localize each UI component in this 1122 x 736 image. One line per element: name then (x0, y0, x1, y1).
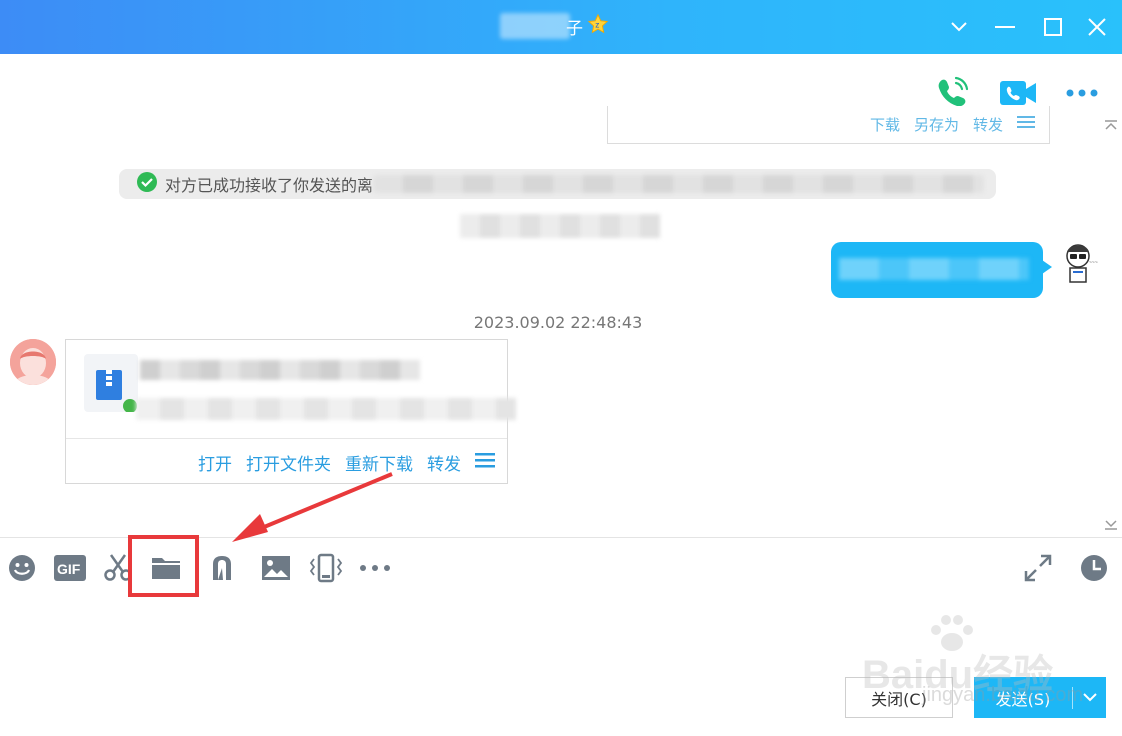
zip-file-icon (84, 354, 138, 413)
gif-icon[interactable]: GIF (52, 550, 88, 586)
redacted-filename (140, 360, 420, 380)
minimize-icon[interactable] (992, 14, 1018, 40)
avatar[interactable]: ~~~ (1056, 236, 1106, 286)
history-clock-icon[interactable] (1076, 550, 1112, 586)
paw-icon (931, 615, 973, 651)
send-button[interactable]: 发送(S) (974, 677, 1106, 718)
open-folder-link[interactable]: 打开文件夹 (246, 450, 331, 475)
close-icon[interactable] (1084, 14, 1110, 40)
highlight-annotation (128, 535, 199, 597)
more-icon[interactable] (1062, 74, 1102, 112)
menu-icon[interactable] (475, 451, 495, 474)
avatar[interactable] (10, 339, 56, 385)
open-link[interactable]: 打开 (198, 450, 232, 475)
chevron-down-icon[interactable] (946, 14, 972, 40)
shake-window-icon[interactable] (308, 550, 344, 586)
divider (66, 438, 507, 439)
title-redacted (500, 13, 570, 39)
scroll-up-icon[interactable] (1104, 118, 1118, 134)
forward-link[interactable]: 转发 (973, 114, 1003, 135)
message-timestamp: 2023.09.02 22:48:43 (473, 313, 643, 332)
forward-link[interactable]: 转发 (427, 450, 461, 475)
redacted-text (460, 214, 660, 238)
redacted-text (839, 258, 1029, 280)
image-icon[interactable] (258, 550, 294, 586)
redacted-filesize (136, 398, 516, 420)
download-link[interactable]: 下载 (870, 114, 900, 135)
save-as-link[interactable]: 另存为 (914, 114, 959, 135)
maximize-icon[interactable] (1040, 14, 1066, 40)
title-bar: 子 z (0, 0, 1122, 54)
more-icon[interactable] (357, 550, 393, 586)
svg-text:z: z (595, 21, 599, 30)
previous-file-card: 下载 另存为 转发 (607, 106, 1050, 144)
send-label: 发送(S) (995, 689, 1051, 709)
scroll-down-icon[interactable] (1104, 518, 1118, 534)
file-actions: 打开 打开文件夹 重新下载 转发 (198, 450, 495, 475)
gif-label: GIF (57, 561, 81, 577)
outgoing-message-bubble[interactable] (831, 242, 1052, 298)
file-message-card[interactable]: 打开 打开文件夹 重新下载 转发 (65, 339, 516, 484)
svg-text:~~~: ~~~ (1089, 260, 1098, 266)
redownload-link[interactable]: 重新下载 (345, 450, 413, 475)
music-icon[interactable] (204, 550, 240, 586)
previous-file-actions: 下载 另存为 转发 (870, 114, 1035, 135)
menu-icon[interactable] (1017, 114, 1035, 135)
window-title: 子 z (500, 12, 609, 40)
close-button[interactable]: 关闭(C) (845, 677, 953, 718)
expand-icon[interactable] (1020, 550, 1056, 586)
emoji-icon[interactable] (4, 550, 40, 586)
system-notice: 对方已成功接收了你发送的离 (119, 169, 996, 199)
check-circle-icon (137, 172, 157, 196)
system-notice-text: 对方已成功接收了你发送的离 (165, 176, 374, 195)
redacted-text (373, 175, 984, 193)
star-badge-icon: z (587, 13, 609, 39)
chevron-down-icon[interactable] (1073, 693, 1106, 702)
